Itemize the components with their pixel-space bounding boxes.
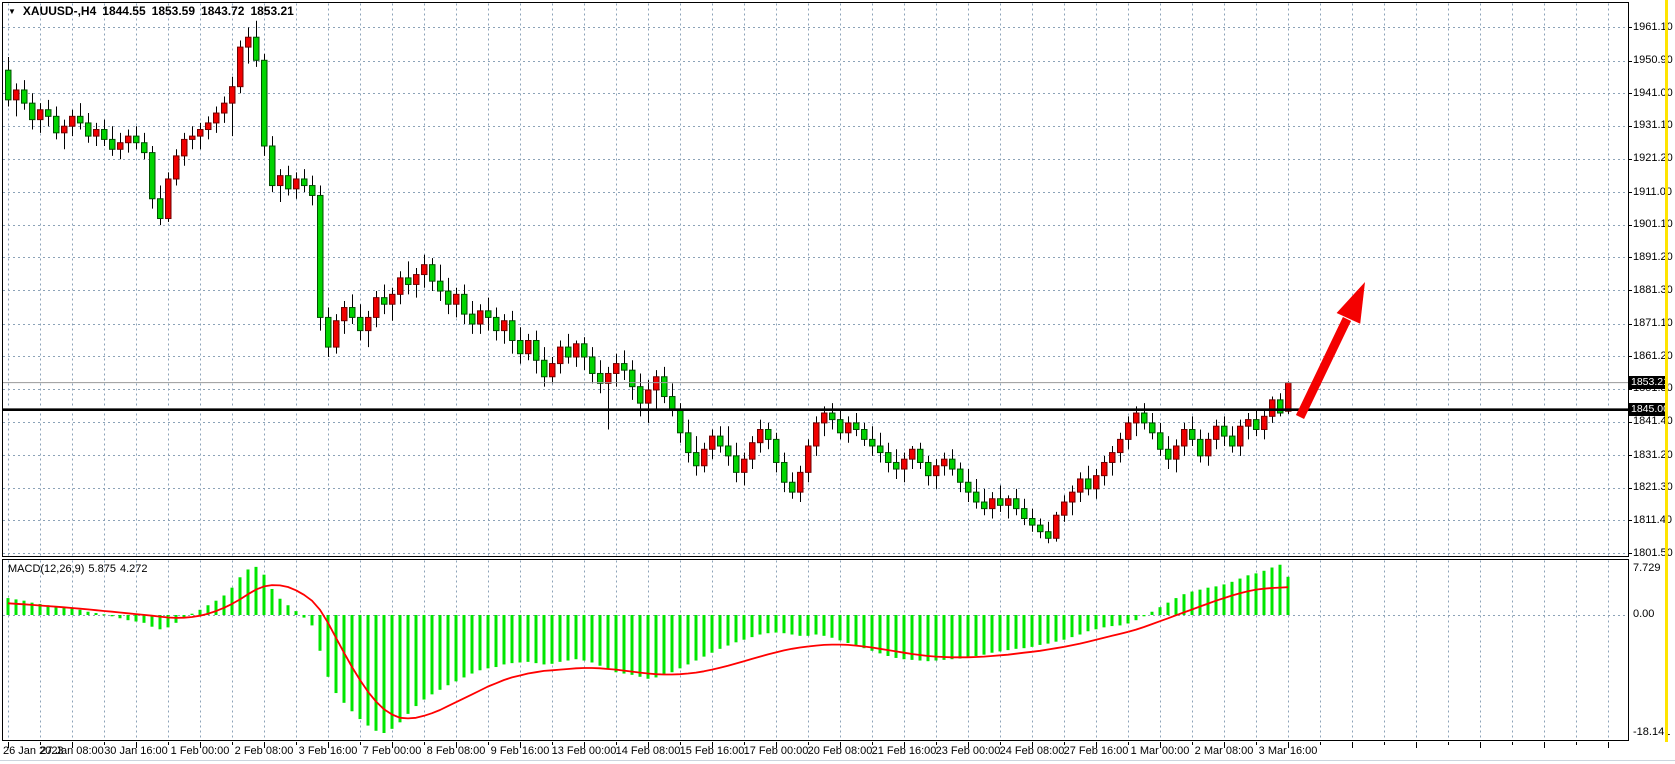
ohlc-high: 1853.59: [152, 4, 195, 18]
time-axis-label: 9 Feb 16:00: [491, 745, 550, 758]
time-axis-label: 8 Feb 08:00: [427, 745, 486, 758]
time-axis-label: 1 Mar 00:00: [1131, 745, 1190, 758]
mt4-chart-window: ▼XAUUSD-,H41844.551853.591843.721853.21 …: [0, 0, 1675, 764]
symbol-dropdown-icon[interactable]: ▼: [8, 7, 16, 16]
time-axis-label: 20 Feb 08:00: [808, 745, 873, 758]
indicator-label: MACD(12,26,9) 5.875 4.272: [8, 563, 151, 575]
indicator-signal-value: 4.272: [120, 563, 148, 575]
hline-price-badge: 1845.00: [1629, 403, 1668, 416]
ohlc-close: 1853.21: [250, 4, 293, 18]
indicator-main-value: 5.875: [88, 563, 116, 575]
trend-arrow[interactable]: [1300, 282, 1365, 417]
symbol-period-label: XAUUSD-,H4: [23, 4, 96, 18]
time-axis-label: 23 Feb 00:00: [936, 745, 1001, 758]
chart-canvas: [0, 0, 1675, 764]
current-price-badge: 1853.21: [1629, 376, 1668, 389]
time-axis-label: 13 Feb 00:00: [552, 745, 617, 758]
ohlc-open: 1844.55: [102, 4, 145, 18]
time-axis-label: 30 Jan 16:00: [104, 745, 168, 758]
time-axis-label: 14 Feb 08:00: [616, 745, 681, 758]
time-axis-label: 7 Feb 00:00: [363, 745, 422, 758]
ohlc-low: 1843.72: [201, 4, 244, 18]
time-axis-label: 15 Feb 16:00: [680, 745, 745, 758]
indicator-name: MACD(12,26,9): [8, 563, 84, 575]
axis-splitter-strip[interactable]: [1665, 0, 1668, 742]
time-axis-label: 2 Feb 08:00: [235, 745, 294, 758]
axis-ticks: [9, 28, 1633, 749]
macd-axis-zero: 0.00: [1633, 608, 1654, 621]
price-lines: [3, 383, 1628, 410]
time-axis-label: 27 Jan 08:00: [40, 745, 104, 758]
time-axis-label: 3 Feb 16:00: [299, 745, 358, 758]
time-axis-label: 24 Feb 08:00: [1000, 745, 1065, 758]
time-axis-label: 3 Mar 16:00: [1259, 745, 1318, 758]
macd-histogram: [7, 565, 1290, 733]
window-bottom-edge: [0, 760, 1675, 761]
chart-title: ▼ XAUUSD-,H4 1844.55 1853.59 1843.72 1853.21: [8, 4, 294, 18]
macd-axis-max: 7.729: [1633, 562, 1661, 575]
time-axis-label: 21 Feb 16:00: [872, 745, 937, 758]
time-axis-label: 1 Feb 00:00: [171, 745, 230, 758]
time-axis-label: 17 Feb 00:00: [744, 745, 809, 758]
time-axis-label: 27 Feb 16:00: [1064, 745, 1129, 758]
time-axis-label: 2 Mar 08:00: [1195, 745, 1254, 758]
